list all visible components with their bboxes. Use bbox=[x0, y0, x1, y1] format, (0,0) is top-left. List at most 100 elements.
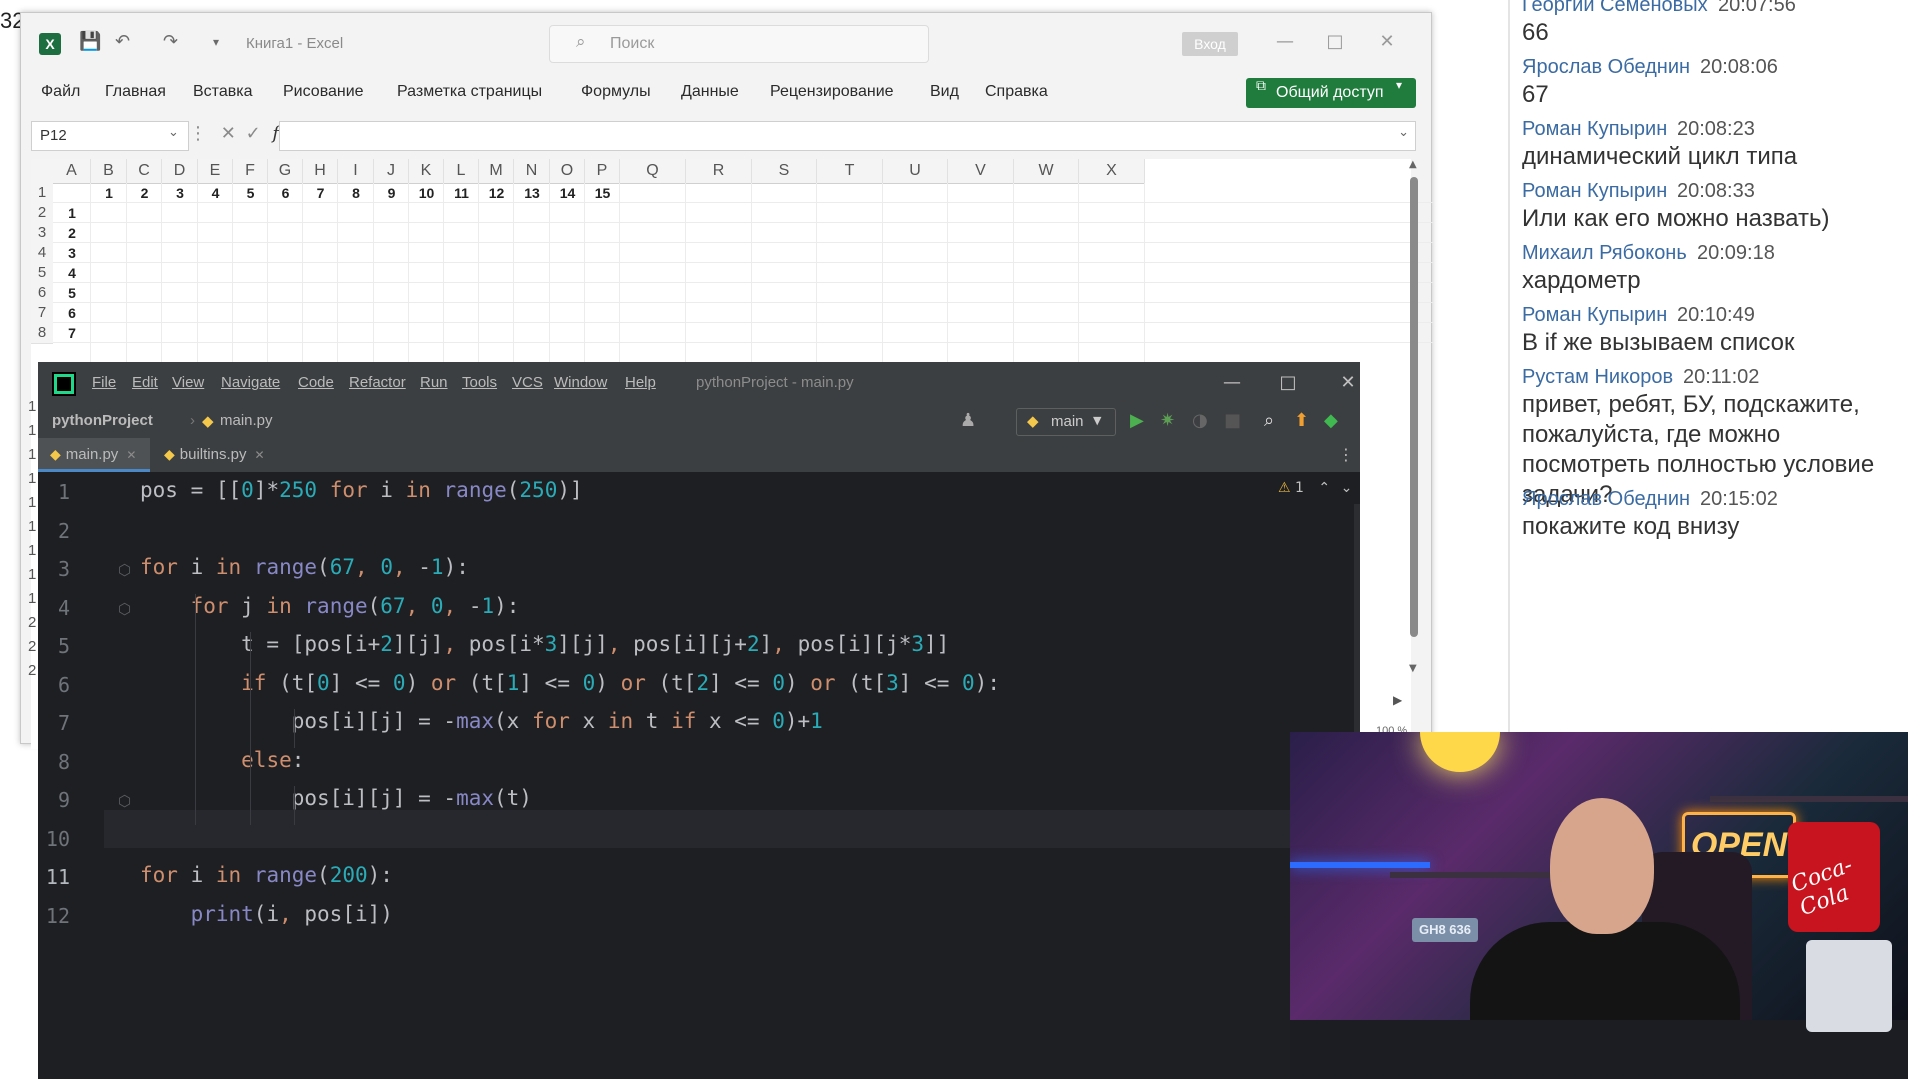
column-header[interactable]: R bbox=[686, 159, 752, 184]
column-header[interactable]: O bbox=[550, 159, 585, 184]
column-header[interactable]: S bbox=[752, 159, 817, 184]
cell[interactable]: 8 bbox=[338, 183, 374, 203]
close-tab-icon[interactable]: ✕ bbox=[254, 448, 264, 462]
menu-file[interactable]: File bbox=[92, 374, 116, 391]
column-header[interactable]: H bbox=[303, 159, 338, 184]
formula-bar[interactable]: ⌄ bbox=[279, 121, 1416, 151]
name-box[interactable]: P12 ⌄ bbox=[31, 121, 189, 151]
code-line[interactable]: else: bbox=[140, 748, 304, 772]
column-header[interactable]: P bbox=[585, 159, 620, 184]
column-header[interactable]: I bbox=[338, 159, 374, 184]
menu-tools[interactable]: Tools bbox=[462, 374, 497, 391]
scroll-down-icon[interactable]: ▼ bbox=[1409, 663, 1417, 674]
column-header[interactable]: X bbox=[1079, 159, 1145, 184]
row-header[interactable]: 5 bbox=[31, 263, 53, 284]
cell[interactable]: 3 bbox=[53, 243, 91, 263]
code-line[interactable]: pos[i][j] = -max(x for x in t if x <= 0)… bbox=[140, 709, 823, 733]
code-line[interactable]: for i in range(200): bbox=[140, 863, 393, 887]
warning-indicator[interactable]: ⚠ 1 ⌃ ⌄ bbox=[1278, 480, 1352, 496]
cell[interactable]: 13 bbox=[514, 183, 550, 203]
code-line[interactable]: for j in range(67, 0, -1): bbox=[140, 594, 520, 618]
row-header[interactable]: 7 bbox=[31, 303, 53, 324]
close-icon[interactable]: ✕ bbox=[1328, 368, 1368, 398]
row-header[interactable]: 1 bbox=[31, 183, 53, 204]
menu-window[interactable]: Window bbox=[554, 374, 607, 391]
chat-author[interactable]: Роман Купырин bbox=[1522, 180, 1667, 203]
cell[interactable]: 14 bbox=[550, 183, 585, 203]
coverage-icon[interactable]: ◑ bbox=[1192, 410, 1208, 431]
cell[interactable]: 10 bbox=[409, 183, 444, 203]
tab-view[interactable]: Вид bbox=[930, 83, 959, 101]
column-header[interactable]: F bbox=[233, 159, 268, 184]
code-editor[interactable]: ⚠ 1 ⌃ ⌄ 1 2 3 4 5 6 7 8 9 10 11 12 pos = [[0]*250 fo… bbox=[38, 472, 1360, 1079]
redo-icon[interactable]: ↷ bbox=[163, 31, 178, 52]
tab-formulas[interactable]: Формулы bbox=[581, 83, 651, 101]
code-line[interactable]: pos[i][j] = -max(t) bbox=[140, 786, 532, 810]
minimize-icon[interactable]: — bbox=[1265, 27, 1305, 57]
column-header[interactable]: C bbox=[127, 159, 162, 184]
maximize-icon[interactable]: □ bbox=[1268, 368, 1308, 398]
chat-author[interactable]: Ярослав Обеднин bbox=[1522, 488, 1690, 511]
tab-review[interactable]: Рецензирование bbox=[770, 83, 894, 101]
scroll-right-icon[interactable]: ▶ bbox=[1393, 693, 1402, 707]
code-line[interactable]: t = [pos[i+2][j], pos[i*3][j], pos[i][j+… bbox=[140, 632, 949, 656]
chat-author[interactable]: Роман Купырин bbox=[1522, 118, 1667, 141]
column-header[interactable]: J bbox=[374, 159, 409, 184]
column-header[interactable]: K bbox=[409, 159, 444, 184]
cell[interactable]: 3 bbox=[162, 183, 198, 203]
menu-view[interactable]: View bbox=[172, 374, 204, 391]
maximize-icon[interactable]: □ bbox=[1315, 27, 1355, 57]
code-line[interactable]: for i in range(67, 0, -1): bbox=[140, 555, 469, 579]
chat-author[interactable]: Ярослав Обеднин bbox=[1522, 56, 1690, 79]
jetbrains-icon[interactable]: ◆ bbox=[1324, 410, 1338, 431]
chevron-down-icon[interactable]: ⌄ bbox=[1341, 480, 1353, 496]
update-icon[interactable]: ⬆ bbox=[1294, 410, 1309, 431]
debug-icon[interactable]: ✷ bbox=[1160, 410, 1175, 431]
undo-icon[interactable]: ↶ bbox=[115, 31, 130, 52]
search-box[interactable]: ⌕ Поиск bbox=[549, 25, 929, 63]
cell[interactable]: 1 bbox=[91, 183, 127, 203]
tab-home[interactable]: Главная bbox=[105, 83, 166, 101]
column-header[interactable]: M bbox=[479, 159, 514, 184]
code-line[interactable]: print(i, pos[i]) bbox=[140, 902, 393, 926]
cell[interactable]: 7 bbox=[303, 183, 338, 203]
cell[interactable]: 2 bbox=[127, 183, 162, 203]
user-icon[interactable]: ♟ bbox=[960, 410, 976, 431]
column-header[interactable]: Q bbox=[620, 159, 686, 184]
signin-button[interactable]: Вход bbox=[1182, 32, 1238, 56]
cell[interactable]: 15 bbox=[585, 183, 620, 203]
column-header[interactable]: W bbox=[1014, 159, 1079, 184]
code-line[interactable]: if (t[0] <= 0) or (t[1] <= 0) or (t[2] <… bbox=[140, 671, 1000, 695]
breadcrumb-file[interactable]: main.py bbox=[220, 412, 273, 429]
cell[interactable]: 6 bbox=[53, 303, 91, 323]
tab-builtins-py[interactable]: ◆ builtins.py ✕ bbox=[164, 438, 265, 472]
cell[interactable]: 5 bbox=[53, 283, 91, 303]
breadcrumb-project[interactable]: pythonProject bbox=[52, 412, 153, 429]
tab-main-py[interactable]: ◆ main.py ✕ bbox=[38, 438, 150, 472]
cell[interactable]: 12 bbox=[479, 183, 514, 203]
menu-refactor[interactable]: Refactor bbox=[349, 374, 406, 391]
cell[interactable]: 6 bbox=[268, 183, 303, 203]
tab-draw[interactable]: Рисование bbox=[283, 83, 364, 101]
fold-marker-icon[interactable]: ⬡ bbox=[118, 792, 131, 810]
code-line[interactable]: pos = [[0]*250 for i in range(250)] bbox=[140, 478, 583, 502]
column-header[interactable]: G bbox=[268, 159, 303, 184]
row-header[interactable]: 4 bbox=[31, 243, 53, 264]
menu-help[interactable]: Help bbox=[625, 374, 656, 391]
stop-icon[interactable]: ■ bbox=[1224, 410, 1241, 431]
menu-run[interactable]: Run bbox=[420, 374, 448, 391]
cell[interactable]: 4 bbox=[198, 183, 233, 203]
close-icon[interactable]: ✕ bbox=[1367, 27, 1407, 57]
column-header[interactable]: L bbox=[444, 159, 479, 184]
chat-author[interactable]: Рустам Никоров bbox=[1522, 366, 1673, 389]
menu-code[interactable]: Code bbox=[298, 374, 334, 391]
cell[interactable]: 11 bbox=[444, 183, 479, 203]
select-all-corner[interactable] bbox=[31, 159, 54, 184]
column-header[interactable]: U bbox=[883, 159, 948, 184]
cell[interactable]: 5 bbox=[233, 183, 268, 203]
run-config-select[interactable]: ◆ main ▼ bbox=[1016, 408, 1116, 436]
cell[interactable]: 9 bbox=[374, 183, 409, 203]
column-header[interactable]: N bbox=[514, 159, 550, 184]
row-header[interactable]: 8 bbox=[31, 323, 53, 344]
vertical-scrollbar[interactable]: ▲ ▼ bbox=[1407, 159, 1421, 679]
